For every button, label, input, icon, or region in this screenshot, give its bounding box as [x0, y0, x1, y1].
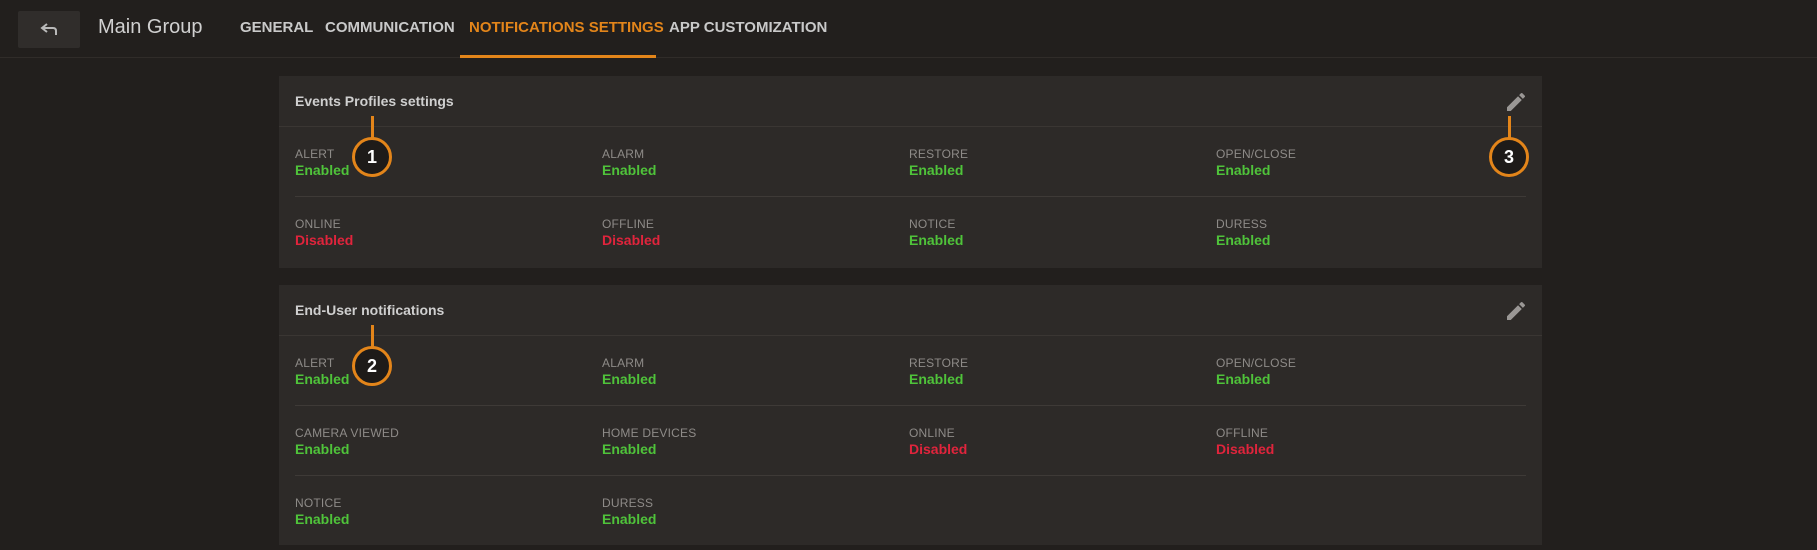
settings-row: ALERT Enabled ALARM Enabled RESTORE Enab… [295, 127, 1526, 197]
setting-status: Enabled [1216, 371, 1271, 387]
panel-header: End-User notifications [279, 285, 1542, 336]
setting-offline: OFFLINE Disabled [602, 217, 660, 249]
end-user-notifications-panel: End-User notifications ALERT Enabled ALA… [279, 285, 1542, 545]
panel-title: Events Profiles settings [295, 93, 454, 109]
setting-alert: ALERT Enabled [295, 356, 349, 388]
setting-label: RESTORE [909, 147, 969, 161]
setting-status: Enabled [909, 371, 964, 387]
setting-online: ONLINE Disabled [295, 217, 353, 249]
callout-badge-1: 1 [352, 137, 392, 177]
setting-alert: ALERT Enabled [295, 147, 349, 179]
setting-status: Enabled [295, 162, 350, 178]
setting-restore: RESTORE Enabled [909, 356, 968, 388]
setting-status: Enabled [602, 441, 657, 457]
group-title: Main Group [98, 16, 203, 38]
setting-status: Disabled [602, 232, 661, 248]
setting-status: Enabled [909, 232, 964, 248]
setting-status: Enabled [602, 511, 657, 527]
setting-status: Disabled [909, 441, 968, 457]
setting-notice: NOTICE Enabled [295, 496, 349, 528]
setting-label: HOME DEVICES [602, 426, 697, 440]
back-button[interactable] [18, 11, 80, 48]
setting-label: OPEN/CLOSE [1216, 147, 1297, 161]
setting-label: ALARM [602, 356, 645, 370]
setting-open-close: OPEN/CLOSE Enabled [1216, 147, 1296, 179]
tab-communication[interactable]: COMMUNICATION [325, 19, 455, 36]
setting-status: Disabled [1216, 441, 1275, 457]
setting-duress: DURESS Enabled [602, 496, 656, 528]
setting-label: DURESS [602, 496, 654, 510]
top-bar: Main Group GENERAL COMMUNICATION NOTIFIC… [0, 0, 1817, 58]
back-arrow-icon [40, 22, 57, 35]
settings-row: ALERT Enabled ALARM Enabled RESTORE Enab… [295, 336, 1526, 406]
setting-label: OFFLINE [602, 217, 655, 231]
settings-row: CAMERA VIEWED Enabled HOME DEVICES Enabl… [295, 406, 1526, 476]
setting-label: NOTICE [909, 217, 956, 231]
pencil-icon[interactable] [1504, 299, 1528, 323]
setting-status: Disabled [295, 232, 354, 248]
setting-label: ONLINE [295, 217, 341, 231]
tab-notifications-settings[interactable]: NOTIFICATIONS SETTINGS [469, 19, 664, 36]
setting-notice: NOTICE Enabled [909, 217, 963, 249]
pencil-icon[interactable] [1504, 90, 1528, 114]
tab-general[interactable]: GENERAL [240, 19, 313, 36]
events-profiles-panel: Events Profiles settings ALERT Enabled A… [279, 76, 1542, 268]
setting-status: Enabled [295, 371, 350, 387]
callout-connector [371, 325, 374, 347]
setting-label: NOTICE [295, 496, 342, 510]
settings-row: ONLINE Disabled OFFLINE Disabled NOTICE … [295, 197, 1526, 267]
panel-header: Events Profiles settings [279, 76, 1542, 127]
setting-label: ONLINE [909, 426, 955, 440]
setting-status: Enabled [909, 162, 964, 178]
setting-label: OFFLINE [1216, 426, 1269, 440]
tab-app-customization[interactable]: APP CUSTOMIZATION [669, 19, 827, 36]
active-tab-indicator [460, 55, 656, 58]
setting-status: Enabled [295, 511, 350, 527]
setting-status: Enabled [1216, 162, 1271, 178]
callout-badge-2: 2 [352, 346, 392, 386]
setting-status: Enabled [295, 441, 350, 457]
panel-title: End-User notifications [295, 302, 445, 318]
setting-duress: DURESS Enabled [1216, 217, 1270, 249]
setting-status: Enabled [602, 162, 657, 178]
setting-offline: OFFLINE Disabled [1216, 426, 1274, 458]
setting-label: RESTORE [909, 356, 969, 370]
setting-restore: RESTORE Enabled [909, 147, 968, 179]
setting-status: Enabled [602, 371, 657, 387]
setting-open-close: OPEN/CLOSE Enabled [1216, 356, 1296, 388]
setting-label: CAMERA VIEWED [295, 426, 399, 440]
setting-label: OPEN/CLOSE [1216, 356, 1297, 370]
setting-label: DURESS [1216, 217, 1268, 231]
setting-label: ALERT [295, 356, 335, 370]
setting-online: ONLINE Disabled [909, 426, 967, 458]
setting-alarm: ALARM Enabled [602, 356, 656, 388]
setting-label: ALERT [295, 147, 335, 161]
setting-alarm: ALARM Enabled [602, 147, 656, 179]
setting-status: Enabled [1216, 232, 1271, 248]
callout-badge-3: 3 [1489, 137, 1529, 177]
setting-home-devices: HOME DEVICES Enabled [602, 426, 696, 458]
callout-connector [371, 116, 374, 138]
callout-connector [1508, 116, 1511, 138]
settings-row: NOTICE Enabled DURESS Enabled [295, 476, 1526, 546]
setting-label: ALARM [602, 147, 645, 161]
setting-camera-viewed: CAMERA VIEWED Enabled [295, 426, 399, 458]
